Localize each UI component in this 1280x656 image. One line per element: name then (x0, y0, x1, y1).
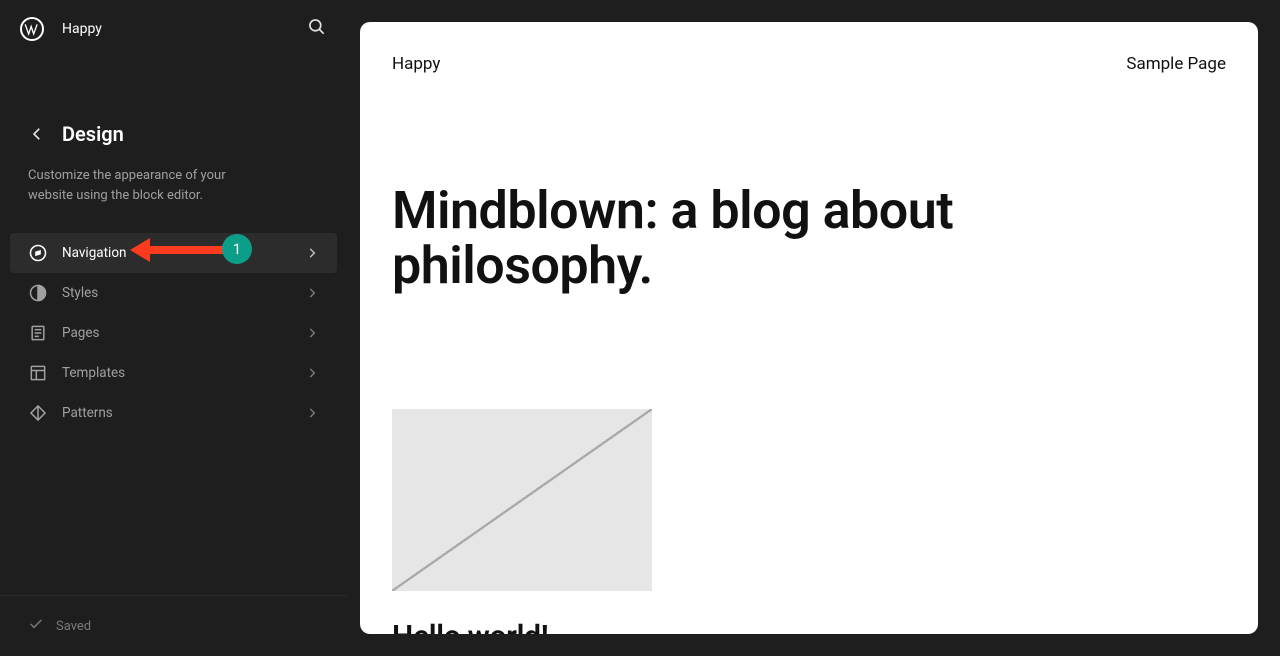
chevron-right-icon (305, 326, 319, 340)
half-circle-icon (28, 283, 48, 303)
menu-item-patterns[interactable]: Patterns (10, 393, 337, 433)
section-description: Customize the appearance of your website… (0, 166, 280, 205)
site-preview[interactable]: Happy Sample Page Mindblown: a blog abou… (360, 22, 1258, 634)
chevron-right-icon (305, 246, 319, 260)
chevron-right-icon (305, 366, 319, 380)
chevron-right-icon (305, 286, 319, 300)
menu-item-styles[interactable]: Styles (10, 273, 337, 313)
preview-site-title[interactable]: Happy (392, 54, 440, 74)
menu-item-label: Navigation (62, 245, 291, 261)
saved-label: Saved (56, 619, 91, 634)
save-status-bar: Saved (0, 595, 347, 656)
menu-item-label: Patterns (62, 405, 291, 421)
menu-item-pages[interactable]: Pages (10, 313, 337, 353)
diamond-icon (28, 403, 48, 423)
check-icon (28, 616, 44, 636)
menu-item-label: Pages (62, 325, 291, 341)
preview-featured-image-placeholder (392, 409, 652, 591)
sidebar: Happy Design Customize the appearance of… (0, 0, 347, 656)
topbar: Happy (0, 0, 347, 58)
menu-item-templates[interactable]: Templates (10, 353, 337, 393)
page-icon (28, 323, 48, 343)
section-header: Design (0, 98, 347, 158)
preview-header: Happy Sample Page (392, 54, 1226, 74)
preview-inner: Happy Sample Page Mindblown: a blog abou… (360, 22, 1258, 634)
layout-icon (28, 363, 48, 383)
menu-item-navigation[interactable]: Navigation (10, 233, 337, 273)
site-name[interactable]: Happy (62, 21, 102, 37)
search-icon[interactable] (307, 17, 327, 41)
design-menu: Navigation Styles Pages (0, 233, 347, 433)
preview-nav-link[interactable]: Sample Page (1126, 54, 1226, 74)
compass-icon (28, 243, 48, 263)
preview-post-title[interactable]: Hello world! (392, 619, 1226, 634)
topbar-left: Happy (20, 17, 102, 41)
chevron-right-icon (305, 406, 319, 420)
preview-hero-heading: Mindblown: a blog about philosophy. (392, 184, 1226, 293)
back-button[interactable] (28, 125, 46, 143)
section-title: Design (62, 122, 124, 146)
menu-item-label: Styles (62, 285, 291, 301)
wordpress-logo-icon[interactable] (20, 17, 44, 41)
menu-item-label: Templates (62, 365, 291, 381)
